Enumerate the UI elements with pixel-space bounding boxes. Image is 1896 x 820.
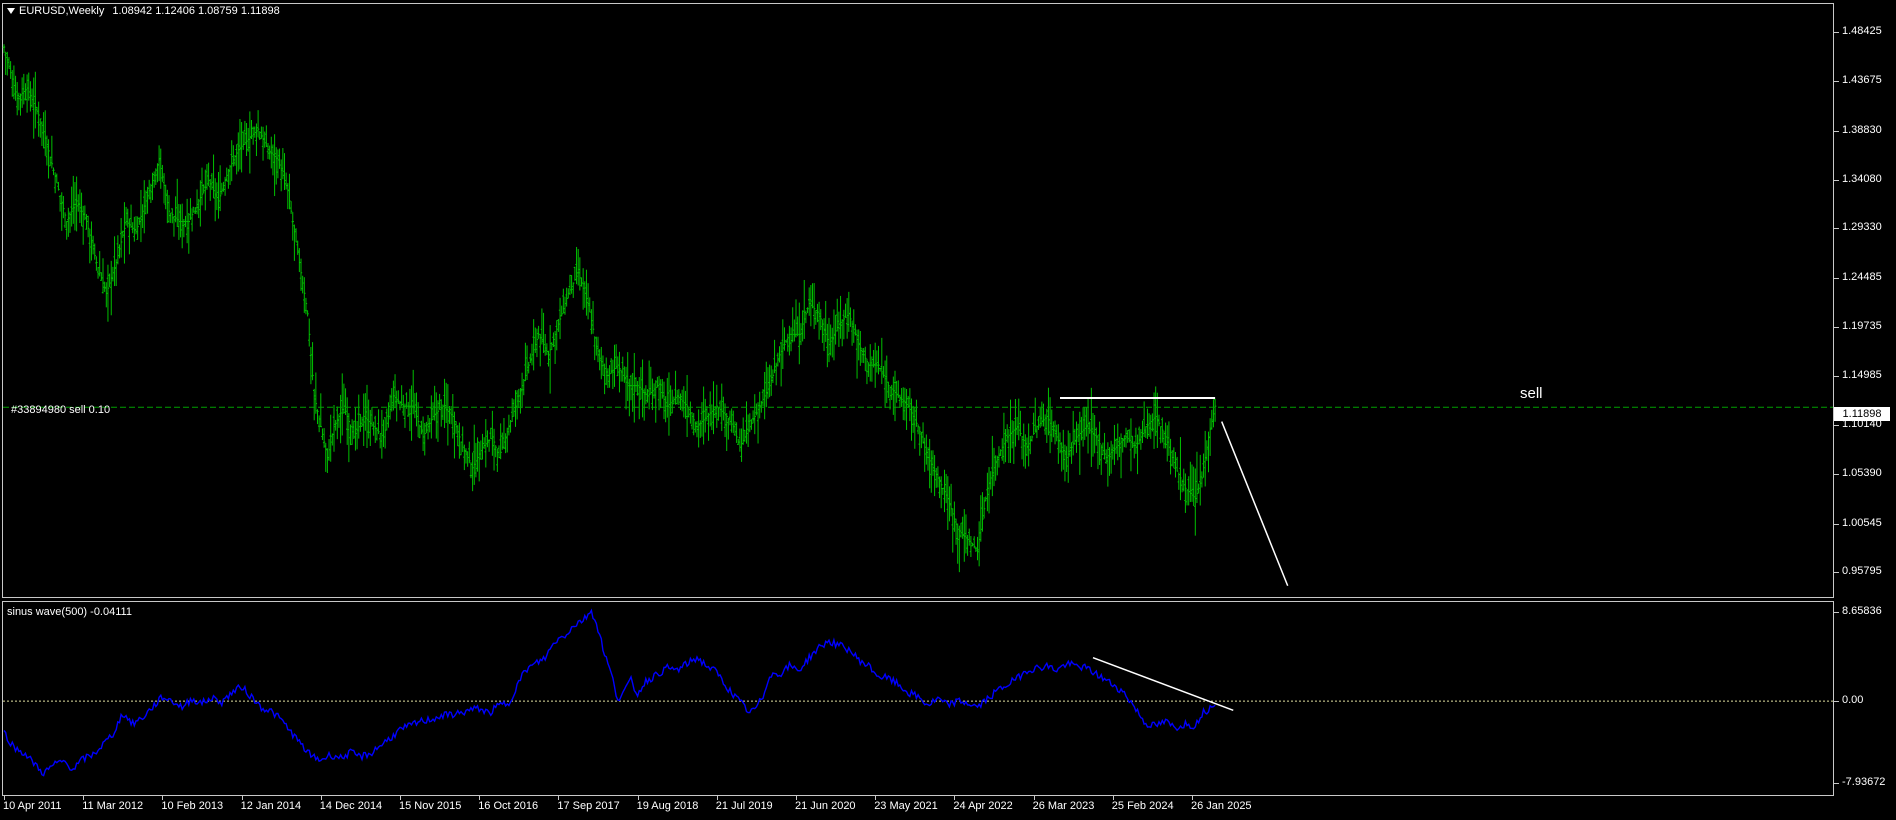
time-tick-mark [241,796,243,800]
price-tick-mark [1834,228,1839,230]
price-tick-label: 1.38830 [1842,123,1882,136]
price-tick-label: 0.95795 [1842,565,1882,578]
time-tick-label: 10 Feb 2013 [161,800,224,812]
time-tick-mark [796,796,797,800]
symbol-header[interactable]: EURUSD,Weekly 1.08942 1.12406 1.08759 1.… [7,5,280,17]
time-tick-label: 26 Mar 2023 [1032,800,1095,812]
time-tick-label: 15 Nov 2015 [399,800,462,812]
time-tick-mark [4,796,5,800]
time-tick-mark [875,796,877,800]
ohlc-values: 1.08942 1.12406 1.08759 1.11898 [112,5,280,17]
price-tick-label: 1.00545 [1842,516,1882,529]
price-tick-mark [1834,179,1839,181]
price-tick-mark [1834,326,1839,328]
indicator-tick-mark [1834,783,1839,785]
time-tick-mark [479,796,481,800]
price-tick-label: 1.10140 [1842,418,1882,431]
price-tick-label: 1.05390 [1842,466,1882,479]
order-label[interactable]: #33894980 sell 0.10 [11,404,110,416]
time-tick-mark [400,796,401,800]
time-tick-label: 11 Mar 2012 [82,800,144,812]
time-tick-mark [1192,796,1193,800]
time-tick-label: 26 Jan 2025 [1191,800,1252,812]
indicator-tick-label: 8.65836 [1842,604,1882,617]
time-tick-mark [716,796,718,800]
time-tick-label: 21 Jun 2020 [795,800,856,812]
time-tick-mark [320,796,322,800]
time-tick-mark [1033,796,1035,800]
price-tick-label: 1.34080 [1842,172,1882,185]
time-tick-mark [1112,796,1114,800]
price-tick-mark [1834,523,1839,525]
indicator-tick-mark [1834,611,1839,613]
time-tick-label: 14 Dec 2014 [319,800,383,812]
price-tick-mark [1834,473,1839,475]
price-tick-mark [1834,572,1839,574]
price-tick-mark [1834,130,1839,132]
time-tick-mark [162,796,164,800]
price-tick-label: 1.14985 [1842,368,1882,381]
indicator-tick-label: 0.00 [1842,694,1864,707]
sinus-wave-line [3,608,1216,777]
sell-annotation[interactable]: sell [1520,385,1543,402]
indicator-header: sinus wave(500) -0.04111 [7,606,132,618]
price-tick-mark [1834,375,1839,377]
time-tick-label: 19 Aug 2018 [636,800,699,812]
price-tick-mark [1834,425,1839,427]
indicator-tick-mark [1834,701,1839,703]
price-tick-label: 1.29330 [1842,221,1882,234]
time-tick-mark [83,796,85,800]
time-tick-label: 24 Apr 2022 [953,800,1013,812]
price-tick-mark [1834,278,1839,280]
time-tick-mark [637,796,639,800]
price-tick-mark [1834,32,1839,34]
time-tick-label: 21 Jul 2019 [715,800,773,812]
time-tick-label: 10 Apr 2011 [3,800,62,812]
indicator-tick-label: -7.93672 [1842,776,1886,789]
time-tick-label: 25 Feb 2024 [1111,800,1174,812]
price-tick-label: 1.19735 [1842,319,1882,332]
time-tick-label: 12 Jan 2014 [240,800,302,812]
chart-canvas [2,44,1833,777]
time-tick-mark [954,796,956,800]
time-tick-label: 23 May 2021 [874,800,938,812]
dropdown-triangle-icon[interactable] [7,8,15,14]
indicator-trend-line [1092,656,1234,712]
time-tick-label: 16 Oct 2016 [478,800,539,812]
time-tick-label: 17 Sep 2017 [557,800,620,812]
price-tick-label: 1.24485 [1842,271,1882,284]
price-tick-label: 1.48425 [1842,25,1882,38]
time-tick-mark [558,796,560,800]
symbol-label: EURUSD,Weekly [19,5,105,17]
projection-line [1221,421,1289,587]
price-tick-mark [1834,81,1839,83]
price-tick-label: 1.43675 [1842,74,1882,87]
